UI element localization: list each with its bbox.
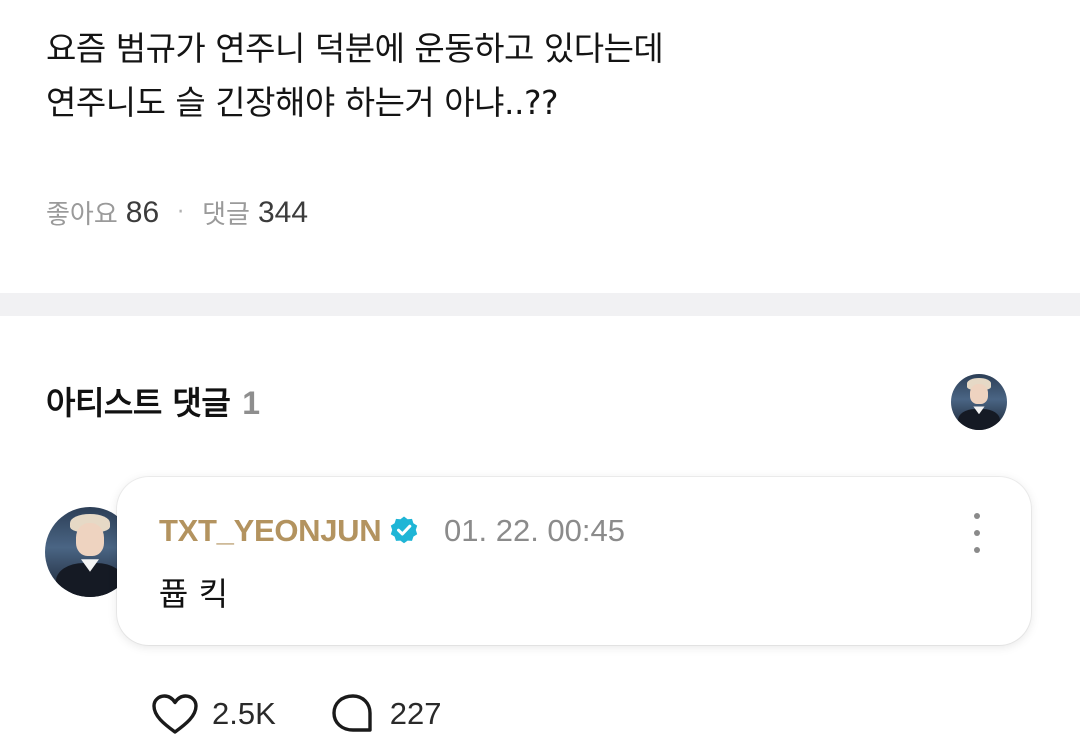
comment-bubble-icon [332,694,372,732]
section-divider [0,293,1080,316]
likes-count[interactable]: 86 [126,196,159,230]
post-body: 요즘 범규가 연주니 덕분에 운동하고 있다는데 연주니도 슬 긴장해야 하는거… [46,22,1046,130]
stats-separator: · [177,200,185,225]
comment-author-name[interactable]: TXT_YEONJUN [159,513,382,549]
artist-comments-count: 1 [242,385,261,421]
post-text-line-2: 연주니도 슬 긴장해야 하는거 아냐..?? [46,83,559,122]
artist-comments-header: 아티스트 댓글 1 [46,378,260,424]
comment-timestamp: 01. 22. 00:45 [444,513,625,548]
more-icon[interactable] [965,513,989,553]
heart-icon [152,694,198,734]
comment-actions: 2.5K 227 [150,692,494,736]
reply-button[interactable]: 227 [328,692,442,736]
post-text-line-1: 요즘 범규가 연주니 덕분에 운동하고 있다는데 [46,29,664,68]
artist-comment-card: TXT_YEONJUN 01. 22. 00:45 퓹 킥 [117,477,1031,645]
like-button[interactable]: 2.5K [150,692,276,736]
verified-icon [390,516,418,544]
post-stats: 좋아요 86 · 댓글 344 [46,194,308,231]
like-count: 2.5K [212,696,276,731]
artist-avatar-small[interactable] [951,374,1007,430]
comments-count[interactable]: 344 [258,196,308,230]
artist-comments-title: 아티스트 댓글 [46,384,231,422]
comments-label[interactable]: 댓글 [202,194,250,231]
reply-count: 227 [389,696,442,731]
likes-label[interactable]: 좋아요 [46,194,118,231]
comment-text: 퓹 킥 [159,575,229,613]
